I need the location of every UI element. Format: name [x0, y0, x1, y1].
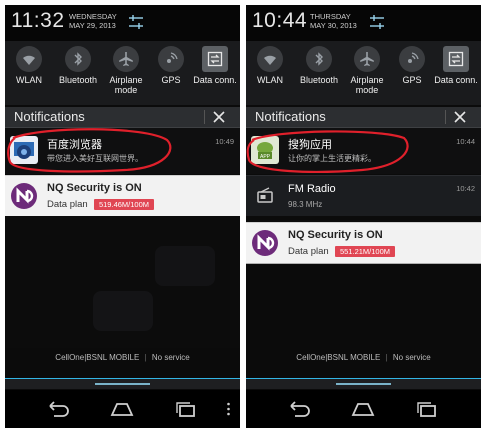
- airplane-mode-toggle[interactable]: Airplane mode: [104, 46, 148, 95]
- phone-screen-left: 11:32 WEDNESDAY MAY 29, 2013 WLAN Blueto…: [5, 5, 240, 428]
- nq-security-icon: [10, 182, 38, 210]
- notification-nq-security[interactable]: NQ Security is ON Data plan 551.21M/100M: [246, 222, 481, 264]
- wifi-icon: [16, 46, 42, 72]
- date-display: THURSDAY MAY 30, 2013: [310, 12, 357, 30]
- status-bar: 11:32 WEDNESDAY MAY 29, 2013: [5, 5, 240, 41]
- header-divider: [204, 110, 205, 124]
- quick-settings-panel: WLAN Bluetooth Airplane mode GPS Data co…: [5, 41, 240, 114]
- service-status: No service: [392, 353, 431, 362]
- status-bar: 10:44 THURSDAY MAY 30, 2013: [246, 5, 481, 41]
- airplane-label-line2: mode: [114, 85, 138, 95]
- home-icon[interactable]: [350, 400, 376, 418]
- airplane-mode-toggle[interactable]: Airplane mode: [345, 46, 389, 95]
- navigation-bar: [246, 390, 481, 428]
- carrier-info: CellOne|BSNL MOBILE | No service: [5, 353, 240, 362]
- day-label: THURSDAY: [310, 12, 351, 21]
- drag-handle[interactable]: [246, 378, 481, 389]
- background-dim: [5, 216, 240, 348]
- notification-fm-radio[interactable]: FM Radio 98.3 MHz 10:42: [246, 175, 481, 216]
- radio-icon: [251, 182, 279, 210]
- airplane-label: Airplane: [109, 75, 143, 85]
- drag-handle[interactable]: [5, 378, 240, 389]
- data-usage-bar: 519.46M/100M: [94, 199, 154, 210]
- notification-baidu-browser[interactable]: 百度浏览器 带您进入美好互联网世界。 10:49: [5, 128, 240, 174]
- data-connection-icon: [202, 46, 228, 72]
- clock: 11:32: [11, 9, 65, 32]
- clear-all-icon[interactable]: [453, 110, 467, 124]
- notifications-header: Notifications: [5, 107, 240, 128]
- date-label: MAY 30, 2013: [310, 21, 357, 30]
- data-connection-toggle[interactable]: Data conn.: [192, 46, 238, 85]
- settings-toggle-icon[interactable]: [369, 14, 385, 30]
- clock: 10:44: [252, 9, 308, 32]
- wlan-toggle[interactable]: WLAN: [11, 46, 47, 85]
- home-icon[interactable]: [109, 400, 135, 418]
- day-label: WEDNESDAY: [69, 12, 117, 21]
- carrier-name: CellOne|BSNL MOBILE: [55, 353, 140, 362]
- data-connection-label: Data conn.: [193, 75, 237, 85]
- data-usage-bar: 551.21M/100M: [335, 246, 395, 257]
- notifications-title: Notifications: [14, 109, 85, 124]
- gps-label: GPS: [161, 75, 181, 85]
- bluetooth-label: Bluetooth: [299, 75, 339, 85]
- annotation-circle: [246, 130, 409, 173]
- bluetooth-icon: [306, 46, 332, 72]
- recent-apps-icon[interactable]: [414, 400, 440, 418]
- carrier-name: CellOne|BSNL MOBILE: [296, 353, 381, 362]
- back-icon[interactable]: [286, 400, 312, 418]
- notification-time: 10:42: [456, 184, 475, 193]
- service-status: No service: [151, 353, 190, 362]
- data-plan-label: Data plan: [47, 199, 88, 210]
- gps-label: GPS: [402, 75, 422, 85]
- gps-icon: [158, 46, 184, 72]
- data-connection-toggle[interactable]: Data conn.: [433, 46, 479, 85]
- data-plan-label: Data plan: [288, 246, 329, 257]
- carrier-info: CellOne|BSNL MOBILE | No service: [246, 353, 481, 362]
- carrier-divider: |: [385, 353, 388, 362]
- gps-toggle[interactable]: GPS: [396, 46, 428, 85]
- notifications-header: Notifications: [246, 107, 481, 128]
- notification-nq-security[interactable]: NQ Security is ON Data plan 519.46M/100M: [5, 175, 240, 217]
- wlan-label: WLAN: [15, 75, 42, 85]
- navigation-bar: [5, 390, 240, 428]
- notification-title: FM Radio: [288, 183, 336, 195]
- nq-security-icon: [251, 229, 279, 257]
- phone-screen-right: 10:44 THURSDAY MAY 30, 2013 WLAN Bluetoo…: [246, 5, 481, 428]
- back-icon[interactable]: [45, 400, 71, 418]
- carrier-divider: |: [144, 353, 147, 362]
- wifi-icon: [257, 46, 283, 72]
- data-connection-icon: [443, 46, 469, 72]
- notification-subtitle: 98.3 MHz: [288, 200, 323, 209]
- gps-toggle[interactable]: GPS: [155, 46, 187, 85]
- header-divider: [445, 110, 446, 124]
- gps-icon: [399, 46, 425, 72]
- bluetooth-toggle[interactable]: Bluetooth: [296, 46, 342, 85]
- settings-toggle-icon[interactable]: [128, 14, 144, 30]
- wlan-toggle[interactable]: WLAN: [252, 46, 288, 85]
- notification-title: NQ Security is ON: [288, 229, 383, 241]
- data-connection-label: Data conn.: [434, 75, 478, 85]
- date-label: MAY 29, 2013: [69, 21, 116, 30]
- airplane-label: Airplane: [350, 75, 384, 85]
- bluetooth-label: Bluetooth: [58, 75, 98, 85]
- date-display: WEDNESDAY MAY 29, 2013: [69, 12, 117, 30]
- menu-overflow-icon[interactable]: [227, 402, 230, 416]
- notifications-title: Notifications: [255, 109, 326, 124]
- wlan-label: WLAN: [256, 75, 283, 85]
- annotation-circle: [7, 128, 172, 173]
- clear-all-icon[interactable]: [212, 110, 226, 124]
- airplane-icon: [113, 46, 139, 72]
- notification-sogou-app[interactable]: APP 搜狗应用 让你的掌上生活更精彩。 10:44: [246, 128, 481, 174]
- airplane-icon: [354, 46, 380, 72]
- airplane-label-line2: mode: [355, 85, 379, 95]
- bluetooth-toggle[interactable]: Bluetooth: [55, 46, 101, 85]
- notification-title: NQ Security is ON: [47, 182, 142, 194]
- bluetooth-icon: [65, 46, 91, 72]
- recent-apps-icon[interactable]: [173, 400, 199, 418]
- quick-settings-panel: WLAN Bluetooth Airplane mode GPS Data co…: [246, 41, 481, 114]
